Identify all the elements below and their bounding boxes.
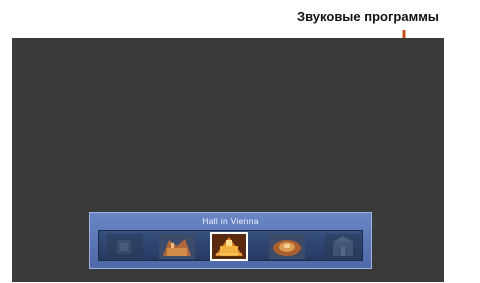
tv-screen: Hall in Vienna — [12, 38, 444, 282]
program-thumbnail-4[interactable] — [269, 234, 305, 259]
venue-hall-icon — [159, 234, 195, 259]
program-thumbnail-1[interactable] — [107, 234, 143, 259]
program-thumbnail-5[interactable] — [325, 234, 361, 259]
sound-program-panel: Hall in Vienna — [89, 212, 372, 269]
hall-in-vienna-icon — [212, 234, 246, 259]
venue-dark-icon — [107, 234, 143, 259]
program-strip — [98, 230, 363, 261]
program-thumbnail-2[interactable] — [159, 234, 195, 259]
venue-theater-icon — [269, 234, 305, 259]
program-thumbnail-3[interactable] — [210, 232, 248, 261]
venue-church-icon — [325, 234, 361, 259]
current-program-name: Hall in Vienna — [202, 216, 259, 226]
